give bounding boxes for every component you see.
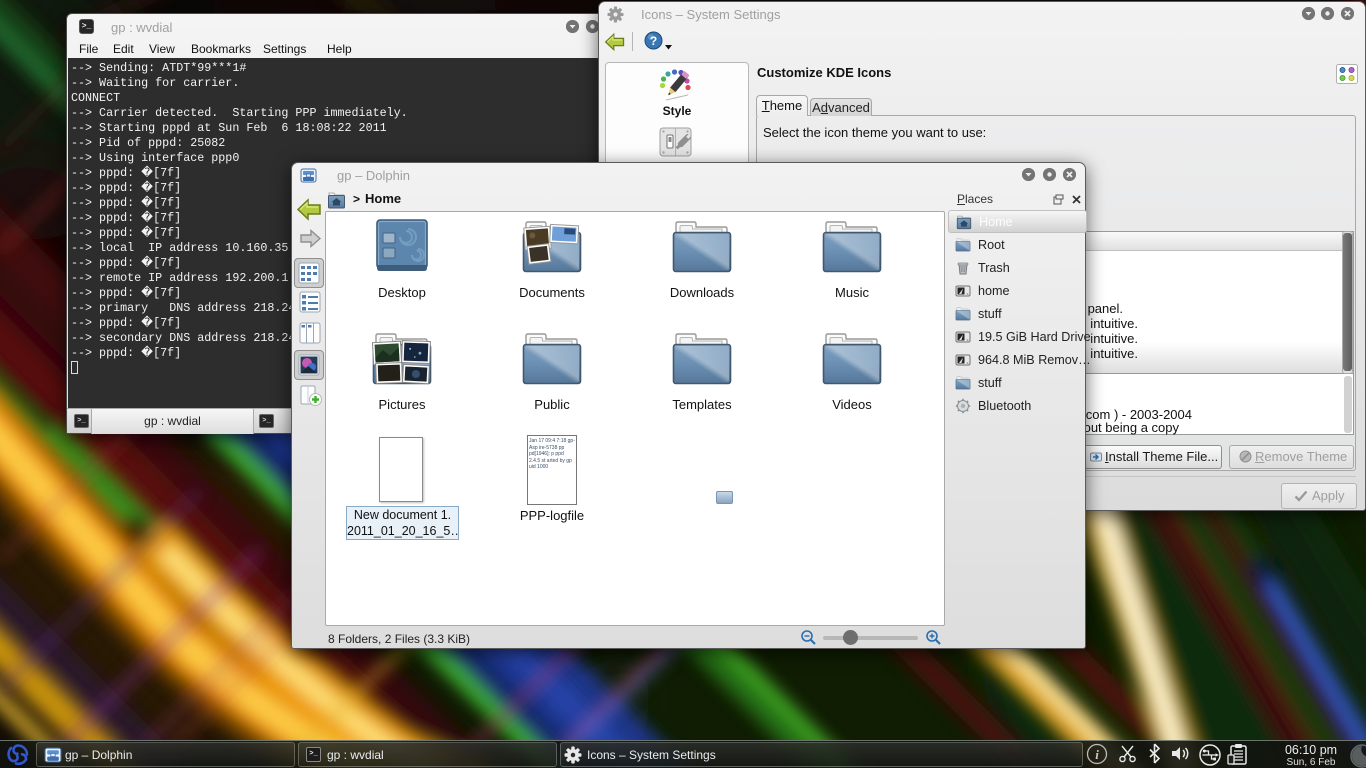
- svg-text:?: ?: [650, 34, 657, 48]
- svg-text:i: i: [1095, 747, 1099, 762]
